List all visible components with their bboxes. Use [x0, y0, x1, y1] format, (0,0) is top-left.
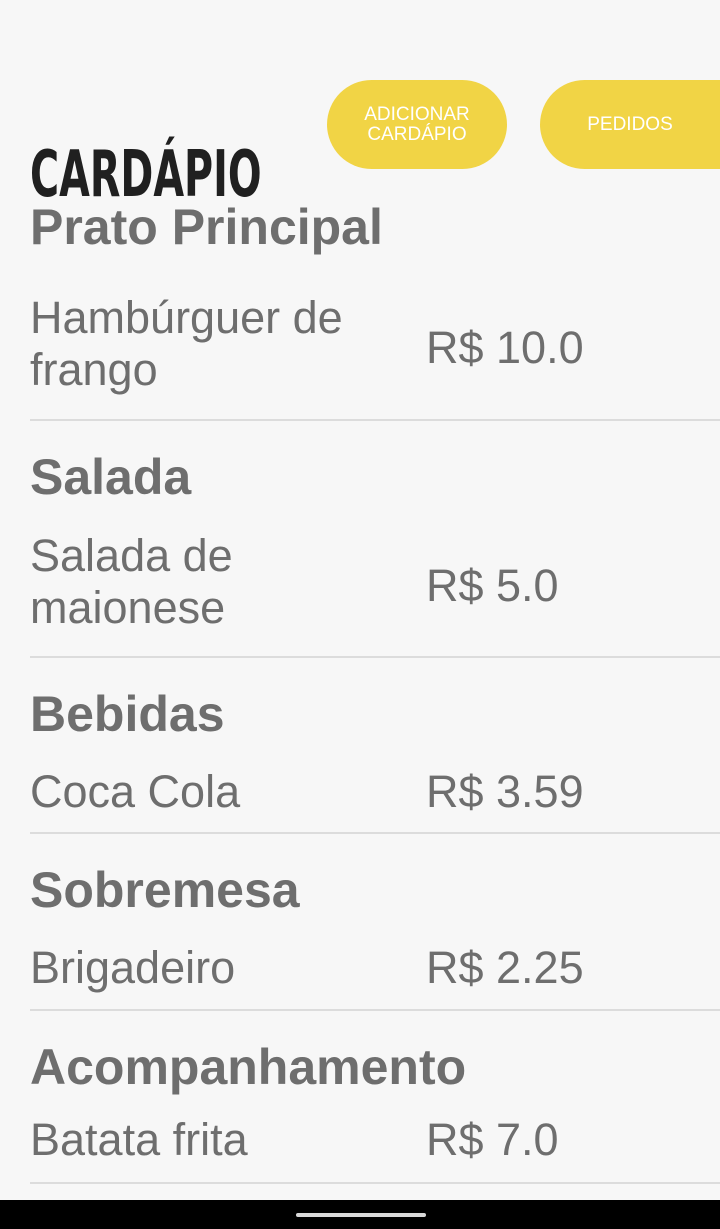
category-heading: Acompanhamento	[30, 1039, 467, 1095]
category-heading: Salada	[30, 449, 192, 505]
orders-button[interactable]: PEDIDOS	[540, 80, 720, 169]
item-price: R$ 3.59	[426, 766, 584, 817]
menu-item-row[interactable]: Hambúrguer de frango R$ 10.0	[30, 288, 720, 421]
item-name: Hambúrguer de frango	[30, 292, 343, 395]
home-indicator[interactable]	[296, 1213, 426, 1217]
navigation-bar	[0, 1200, 720, 1229]
item-name: Batata frita	[30, 1114, 248, 1165]
item-price: R$ 2.25	[426, 942, 584, 993]
menu-item-row[interactable]: Coca Cola R$ 3.59	[30, 764, 720, 834]
item-name: Salada de maionese	[30, 530, 233, 633]
item-name: Brigadeiro	[30, 942, 236, 993]
item-price: R$ 5.0	[426, 560, 559, 611]
category-heading: Sobremesa	[30, 862, 300, 918]
item-price: R$ 10.0	[426, 322, 584, 373]
item-name: Coca Cola	[30, 766, 241, 817]
menu-item-row[interactable]: Batata frita R$ 7.0	[30, 1112, 720, 1184]
menu-item-row[interactable]: Salada de maionese R$ 5.0	[30, 526, 720, 658]
menu-screen: CARDÁPIO ADICIONAR CARDÁPIO PEDIDOS Prat…	[0, 0, 720, 1229]
header: CARDÁPIO ADICIONAR CARDÁPIO PEDIDOS	[0, 78, 720, 212]
add-menu-button[interactable]: ADICIONAR CARDÁPIO	[327, 80, 507, 169]
category-heading: Bebidas	[30, 686, 225, 742]
category-heading: Prato Principal	[30, 199, 383, 255]
menu-item-row[interactable]: Brigadeiro R$ 2.25	[30, 940, 720, 1011]
item-price: R$ 7.0	[426, 1114, 559, 1165]
